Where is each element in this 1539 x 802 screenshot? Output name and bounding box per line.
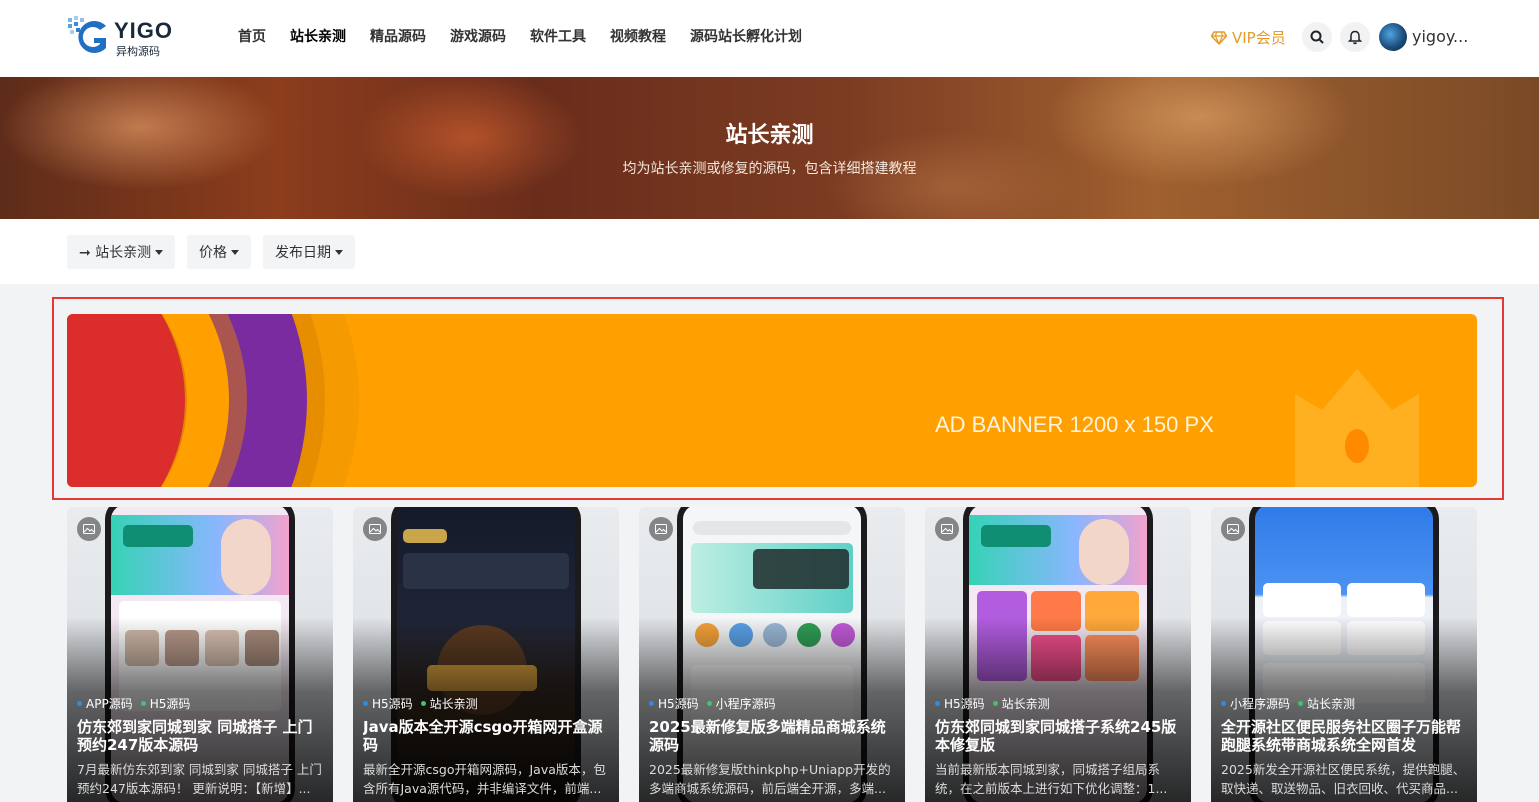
card-tag[interactable]: 站长亲测 <box>420 695 478 712</box>
ad-banner[interactable]: AD BANNER 1200 x 150 PX <box>67 314 1477 487</box>
tag-label: H5源码 <box>944 697 985 711</box>
card-title[interactable]: 仿东郊到家同城到家 同城搭子 上门预约247版本源码 <box>77 718 325 754</box>
tag-label: 小程序源码 <box>715 697 776 711</box>
tag-dot-icon <box>1221 701 1226 706</box>
image-icon <box>649 517 673 541</box>
card-title[interactable]: 全开源社区便民服务社区圈子万能帮跑腿系统带商城系统全网首发 <box>1221 718 1469 754</box>
price-filter-label: 价格 <box>199 245 227 261</box>
nav-item-game[interactable]: 游戏源码 <box>450 26 506 46</box>
tag-dot-icon <box>363 701 368 706</box>
tag-label: 站长亲测 <box>1001 697 1050 711</box>
card-tags: H5源码 小程序源码 <box>649 695 784 712</box>
tag-label: 小程序源码 <box>1230 697 1291 711</box>
post-card[interactable]: APP源码 H5源码 仿东郊到家同城到家 同城搭子 上门预约247版本源码 7月… <box>67 507 333 802</box>
card-tags: H5源码 站长亲测 <box>935 695 1058 712</box>
card-description: 2025最新修复版thinkphp+Uniapp开发的多端商城系统源码，前后端全… <box>649 762 891 796</box>
card-title[interactable]: 仿东郊同城到家同城搭子系统245版本修复版 <box>935 718 1183 754</box>
card-title[interactable]: 2025最新修复版多端精品商城系统源码 <box>649 718 897 754</box>
card-description: 7月最新仿东郊到家 同城到家 同城搭子 上门预约247版本源码！ 更新说明：【新… <box>77 762 322 796</box>
nav-item-software[interactable]: 软件工具 <box>530 26 586 46</box>
tag-dot-icon <box>992 701 998 706</box>
card-tag[interactable]: APP源码 <box>77 695 133 712</box>
card-tag[interactable]: H5源码 <box>140 695 191 712</box>
ad-banner-text: AD BANNER 1200 x 150 PX <box>935 412 1214 437</box>
tag-label: APP源码 <box>86 697 133 711</box>
card-title[interactable]: Java版本全开源csgo开箱网开盒源码 <box>363 718 611 754</box>
card-tag[interactable]: 小程序源码 <box>1221 695 1290 712</box>
post-card[interactable]: H5源码 站长亲测 Java版本全开源csgo开箱网开盒源码 最新全开源csgo… <box>353 507 619 802</box>
tag-label: H5源码 <box>372 697 413 711</box>
chevron-down-icon <box>335 249 343 255</box>
card-description: 2025新发全开源社区便民系统，提供跑腿、取快递、取送物品、旧衣回收、代买商品.… <box>1221 762 1466 796</box>
tag-dot-icon <box>649 701 654 706</box>
post-card[interactable]: H5源码 小程序源码 2025最新修复版多端精品商城系统源码 2025最新修复版… <box>639 507 905 802</box>
filter-bar: ➞ 站长亲测 价格 发布日期 <box>0 219 1539 284</box>
main-nav: 首页 站长亲测 精品源码 游戏源码 软件工具 视频教程 源码站长孵化计划 <box>226 26 814 46</box>
avatar[interactable] <box>1379 23 1407 51</box>
tag-dot-icon <box>1298 701 1304 706</box>
card-tag[interactable]: H5源码 <box>935 695 985 712</box>
card-tag[interactable]: H5源码 <box>363 695 413 712</box>
bell-icon <box>1348 30 1362 44</box>
tag-dot-icon <box>140 701 146 706</box>
nav-item-premium[interactable]: 精品源码 <box>370 26 426 46</box>
category-filter-dropdown[interactable]: ➞ 站长亲测 <box>67 235 176 269</box>
tag-label: H5源码 <box>658 697 699 711</box>
card-tag[interactable]: 站长亲测 <box>992 695 1050 712</box>
ad-decoration-graphic <box>67 314 1419 487</box>
nav-item-home[interactable]: 首页 <box>238 26 266 46</box>
card-description: 最新全开源csgo开箱网源码，Java版本，包含所有Java源代码，并非编译文件… <box>363 762 606 796</box>
logo-brand-text: YIGO <box>114 18 174 43</box>
page-subtitle: 均为站长亲测或修复的源码，包含详细搭建教程 <box>622 161 917 177</box>
card-tags: H5源码 站长亲测 <box>363 695 486 712</box>
card-tags: 小程序源码 站长亲测 <box>1221 695 1363 712</box>
image-icon <box>935 517 959 541</box>
nav-item-incubation[interactable]: 源码站长孵化计划 <box>690 26 802 46</box>
date-filter-label: 发布日期 <box>275 245 331 261</box>
card-tag[interactable]: 小程序源码 <box>706 695 776 712</box>
nav-item-video[interactable]: 视频教程 <box>610 26 666 46</box>
search-icon <box>1310 30 1324 44</box>
post-card[interactable]: H5源码 站长亲测 仿东郊同城到家同城搭子系统245版本修复版 当前最新版本同城… <box>925 507 1191 802</box>
card-tag[interactable]: H5源码 <box>649 695 699 712</box>
tag-label: H5源码 <box>149 697 191 711</box>
site-logo[interactable]: YIGO 异构源码 <box>66 14 172 60</box>
vip-label: VIP会员 <box>1232 29 1286 47</box>
site-header: YIGO 异构源码 首页 站长亲测 精品源码 游戏源码 软件工具 视频教程 源码… <box>0 0 1539 77</box>
tag-dot-icon <box>706 701 712 706</box>
search-button[interactable] <box>1302 22 1332 52</box>
card-description: 当前最新版本同城到家，同城搭子组局系统，在之前版本上进行如下优化调整：1... <box>935 762 1168 796</box>
tag-dot-icon <box>77 701 82 706</box>
logo-mark-icon <box>68 16 106 53</box>
page-title: 站长亲测 <box>725 123 814 148</box>
date-filter-dropdown[interactable]: 发布日期 <box>263 235 355 269</box>
logo-sub-text: 异构源码 <box>116 45 160 58</box>
tag-label: 站长亲测 <box>429 697 478 711</box>
username[interactable]: yigoy... <box>1412 27 1468 46</box>
tag-dot-icon <box>420 701 426 706</box>
category-filter-label: ➞ 站长亲测 <box>79 245 152 261</box>
vip-link[interactable]: VIP会员 <box>1211 27 1286 48</box>
category-hero: 站长亲测 均为站长亲测或修复的源码，包含详细搭建教程 <box>0 77 1539 219</box>
chevron-down-icon <box>155 249 164 255</box>
tag-dot-icon <box>935 701 940 706</box>
post-card[interactable]: 小程序源码 站长亲测 全开源社区便民服务社区圈子万能帮跑腿系统带商城系统全网首发… <box>1211 507 1477 802</box>
diamond-icon <box>1211 30 1227 45</box>
image-icon <box>1221 517 1245 541</box>
nav-item-tested[interactable]: 站长亲测 <box>290 26 346 46</box>
card-tag[interactable]: 站长亲测 <box>1298 695 1355 712</box>
chevron-down-icon <box>231 249 239 255</box>
card-tags: APP源码 H5源码 <box>77 695 198 712</box>
tag-label: 站长亲测 <box>1307 697 1356 711</box>
price-filter-dropdown[interactable]: 价格 <box>187 235 251 269</box>
notification-button[interactable] <box>1340 22 1370 52</box>
image-icon <box>77 517 101 541</box>
image-icon <box>363 517 387 541</box>
